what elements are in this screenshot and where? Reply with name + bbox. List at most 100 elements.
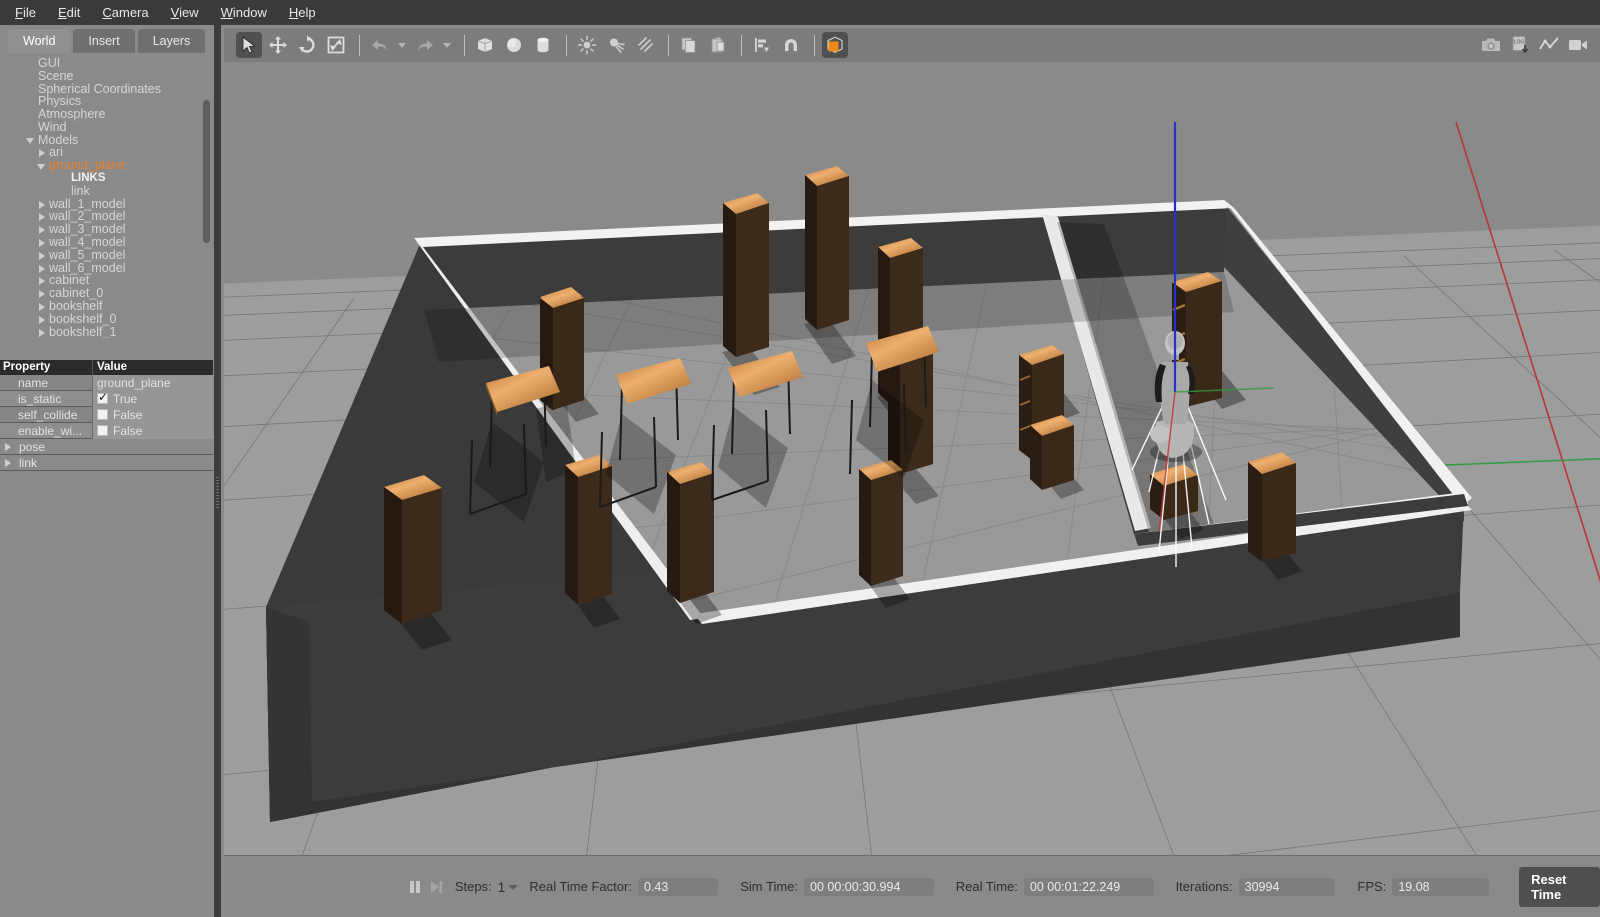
sphere-icon[interactable] [501,32,527,58]
tree-item-wall-5-model[interactable]: wall_5_model [8,249,203,262]
chevron-right-icon[interactable] [37,148,46,157]
tree-spacer [26,84,35,93]
tree-item-link[interactable]: link [8,185,203,198]
chevron-right-icon[interactable] [37,251,46,260]
tree-item-cabinet[interactable]: cabinet [8,275,203,288]
chevron-right-icon[interactable] [37,315,46,324]
tree-item-gui[interactable]: GUI [8,57,203,70]
property-row-self-collide[interactable]: self_collideFalse [0,407,213,423]
iterations-label: Iterations: [1176,879,1233,894]
tree-item-models[interactable]: Models [8,134,203,147]
menu-file[interactable]: File [4,2,47,24]
toolbar-separator [566,35,567,56]
tree-item-label: link [71,185,90,198]
tree-spacer [59,187,68,196]
tree-item-wall-6-model[interactable]: wall_6_model [8,262,203,275]
property-row-name[interactable]: nameground_plane [0,375,213,391]
panel-splitter[interactable] [214,25,221,917]
chevron-right-icon[interactable] [37,212,46,221]
chevron-right-icon[interactable] [37,238,46,247]
toolbar-separator [814,35,815,56]
log-record-icon[interactable]: LOG [1507,32,1533,58]
splitter-grip[interactable] [216,477,219,509]
scale-icon[interactable] [323,32,349,58]
menu-view[interactable]: View [160,2,210,24]
point-light-icon[interactable] [574,32,600,58]
cylinder-icon[interactable] [530,32,556,58]
steps-label: Steps: [455,879,492,894]
chevron-down-icon[interactable] [26,136,35,145]
property-value-cell[interactable]: False [92,423,213,439]
toolbar-right-group: LOG [1478,28,1594,62]
tree-item-bookshelf-1[interactable]: bookshelf_1 [8,326,203,338]
tree-scrollbar-thumb[interactable] [203,100,210,243]
menu-edit[interactable]: Edit [47,2,91,24]
redo-icon[interactable] [412,32,438,58]
plot-icon[interactable] [1536,32,1562,58]
tab-world[interactable]: World [8,29,70,53]
tree-item-links[interactable]: LINKS [8,172,203,185]
property-value-cell[interactable]: False [92,407,213,423]
align-icon[interactable] [749,32,775,58]
pause-icon[interactable] [404,874,425,900]
chevron-right-icon[interactable] [37,276,46,285]
property-row-pose[interactable]: pose [0,439,213,455]
snap-icon[interactable] [778,32,804,58]
chevron-right-icon [3,442,12,451]
sim-time-label: Sim Time: [740,879,798,894]
header-property: Property [0,360,92,375]
menu-camera[interactable]: Camera [91,2,159,24]
sim-time-value: 00 00:00:30.994 [804,878,934,896]
chevron-right-icon[interactable] [37,328,46,337]
world-tree[interactable]: GUISceneSpherical CoordinatesPhysicsAtmo… [8,53,213,338]
undo-dropdown-caret[interactable] [396,32,408,58]
chevron-right-icon[interactable] [37,289,46,298]
property-value: False [113,407,142,423]
tree-item-ground-plane[interactable]: ground_plane [8,159,203,172]
tab-insert[interactable]: Insert [73,29,134,53]
paste-icon[interactable] [705,32,731,58]
menu-help[interactable]: Help [278,2,327,24]
main-toolbar: LOG [224,28,1600,62]
property-row-enable-wi-[interactable]: enable_wi...False [0,423,213,439]
chevron-right-icon[interactable] [37,302,46,311]
redo-dropdown-caret[interactable] [441,32,453,58]
spot-light-icon[interactable] [603,32,629,58]
translate-icon[interactable] [265,32,291,58]
menu-window[interactable]: Window [210,2,278,24]
video-record-icon[interactable] [1565,32,1591,58]
tree-item-cabinet-0[interactable]: cabinet_0 [8,287,203,300]
screenshot-icon[interactable] [1478,32,1504,58]
property-row-link[interactable]: link [0,455,213,471]
chevron-down-icon[interactable] [37,161,46,170]
select-arrow-icon[interactable] [236,32,262,58]
status-bar: Steps: 1 Real Time Factor: 0.43 Sim Time… [224,855,1600,917]
rtf-value: 0.43 [638,878,718,896]
chevron-right-icon[interactable] [37,264,46,273]
rotate-icon[interactable] [294,32,320,58]
tree-item-wind[interactable]: Wind [8,121,203,134]
chevron-right-icon[interactable] [37,225,46,234]
tree-item-label: wall_5_model [49,249,125,262]
property-value-cell[interactable]: True [92,391,213,407]
3d-viewport[interactable] [224,62,1600,855]
directional-light-icon[interactable] [632,32,658,58]
tree-item-scene[interactable]: Scene [8,70,203,83]
tree-scrollbar[interactable] [202,55,211,335]
property-value-cell[interactable]: ground_plane [92,375,213,391]
undo-icon[interactable] [367,32,393,58]
checkbox-enable_wi...[interactable] [97,425,108,436]
copy-icon[interactable] [676,32,702,58]
tree-item-bookshelf-0[interactable]: bookshelf_0 [8,313,203,326]
view-transparent-icon[interactable] [822,32,848,58]
box-icon[interactable] [472,32,498,58]
step-forward-icon[interactable] [425,874,446,900]
chevron-right-icon[interactable] [37,200,46,209]
tab-layers[interactable]: Layers [138,29,206,53]
checkbox-self_collide[interactable] [97,409,108,420]
checkbox-is_static[interactable] [97,393,108,404]
property-row-is-static[interactable]: is_staticTrue [0,391,213,407]
steps-dropdown-caret[interactable] [507,881,517,893]
reset-time-button[interactable]: Reset Time [1519,867,1600,907]
tree-item-label: Scene [38,70,73,83]
